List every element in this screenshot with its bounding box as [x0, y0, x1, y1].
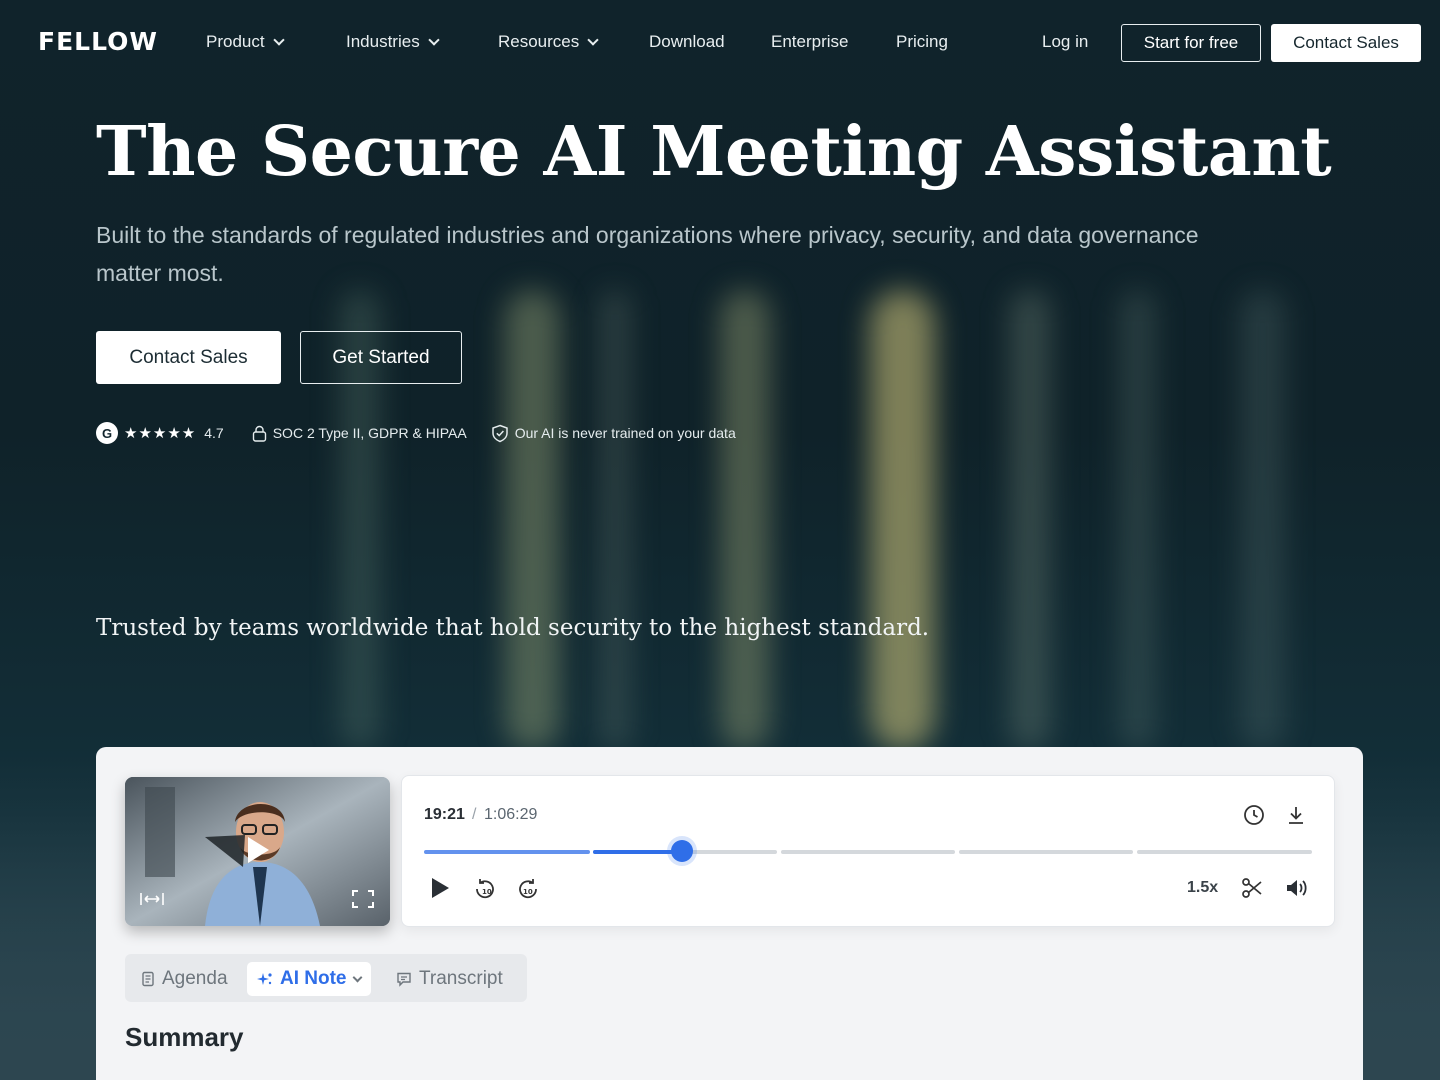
ai-privacy-badge: Our AI is never trained on your data	[491, 424, 736, 443]
scissors-icon[interactable]	[1241, 877, 1263, 899]
nav-product[interactable]: Product	[206, 32, 285, 52]
tab-transcript-label: Transcript	[419, 968, 503, 989]
product-preview-card: 19:21 / 1:06:29 10 10 1.5x Agenda AI Not…	[96, 747, 1363, 1080]
nav-industries-label: Industries	[346, 32, 420, 51]
time-separator: /	[472, 806, 477, 823]
progress-segment	[959, 850, 1133, 854]
shield-check-icon	[491, 424, 508, 442]
compliance-badge: SOC 2 Type II, GDPR & HIPAA	[252, 425, 467, 442]
hero-contact-sales-button[interactable]: Contact Sales	[96, 331, 281, 384]
document-icon	[142, 971, 154, 987]
start-for-free-button[interactable]: Start for free	[1121, 24, 1261, 62]
trust-badges: G ★★★★★ 4.7 SOC 2 Type II, GDPR & HIPAA …	[96, 422, 736, 444]
nav-enterprise[interactable]: Enterprise	[771, 32, 848, 52]
nav-resources[interactable]: Resources	[498, 32, 599, 52]
progress-handle[interactable]	[670, 840, 693, 862]
nav-download[interactable]: Download	[649, 32, 725, 52]
chevron-down-icon	[272, 34, 285, 46]
rating-value: 4.7	[204, 425, 224, 441]
rewind-10-icon[interactable]: 10	[473, 877, 497, 901]
get-started-button[interactable]: Get Started	[300, 331, 462, 384]
progress-segment	[781, 850, 955, 854]
tab-transcript[interactable]: Transcript	[396, 962, 503, 996]
clock-icon[interactable]	[1243, 804, 1265, 826]
volume-icon[interactable]	[1285, 877, 1309, 899]
play-overlay-icon[interactable]	[245, 835, 271, 865]
hero-subtitle: Built to the standards of regulated indu…	[96, 222, 1199, 286]
download-icon[interactable]	[1286, 804, 1306, 826]
play-icon[interactable]	[429, 876, 451, 900]
view-tabs: Agenda AI Note Transcript	[125, 954, 527, 1002]
tab-ai-note-label: AI Note	[280, 968, 347, 989]
tab-agenda[interactable]: Agenda	[141, 962, 228, 996]
summary-heading: Summary	[125, 1022, 244, 1052]
tab-agenda-label: Agenda	[162, 968, 228, 989]
tab-ai-note[interactable]: AI Note	[247, 962, 371, 996]
login-link[interactable]: Log in	[1042, 32, 1088, 52]
g2-logo-icon: G	[96, 422, 118, 444]
nav-pricing[interactable]: Pricing	[896, 32, 948, 52]
hero-title: The Secure AI Meeting Assistant	[96, 112, 1332, 192]
fullscreen-icon[interactable]	[351, 889, 375, 909]
progress-segment	[1137, 850, 1312, 854]
ai-privacy-text: Our AI is never trained on your data	[514, 425, 736, 441]
sparkle-icon	[257, 973, 272, 985]
playback-speed[interactable]: 1.5x	[1187, 879, 1218, 897]
rating-stars: ★★★★★	[124, 425, 197, 442]
nav-contact-sales-button[interactable]: Contact Sales	[1271, 24, 1421, 62]
chat-bubble-icon	[397, 972, 411, 987]
compliance-text: SOC 2 Type II, GDPR & HIPAA	[272, 425, 467, 441]
total-time: 1:06:29	[484, 806, 538, 823]
audio-player: 19:21 / 1:06:29 10 10 1.5x	[401, 775, 1335, 927]
nav-industries[interactable]: Industries	[346, 32, 440, 52]
nav-product-label: Product	[206, 32, 265, 51]
top-navigation: FELLOW Product Industries Resources Down…	[0, 0, 1440, 86]
chevron-down-icon	[352, 972, 362, 982]
nav-resources-label: Resources	[498, 32, 580, 51]
progress-segment	[424, 850, 590, 854]
video-thumbnail[interactable]	[125, 777, 390, 926]
trusted-heading: Trusted by teams worldwide that hold sec…	[96, 615, 930, 641]
lock-icon	[252, 425, 266, 442]
current-time: 19:21	[424, 806, 465, 823]
width-toggle-icon[interactable]	[139, 891, 165, 907]
fellow-logo[interactable]: FELLOW	[38, 27, 158, 56]
svg-text:10: 10	[482, 888, 492, 896]
chevron-down-icon	[428, 34, 440, 46]
forward-10-icon[interactable]: 10	[516, 877, 540, 901]
svg-text:10: 10	[523, 888, 533, 896]
chevron-down-icon	[587, 34, 599, 46]
